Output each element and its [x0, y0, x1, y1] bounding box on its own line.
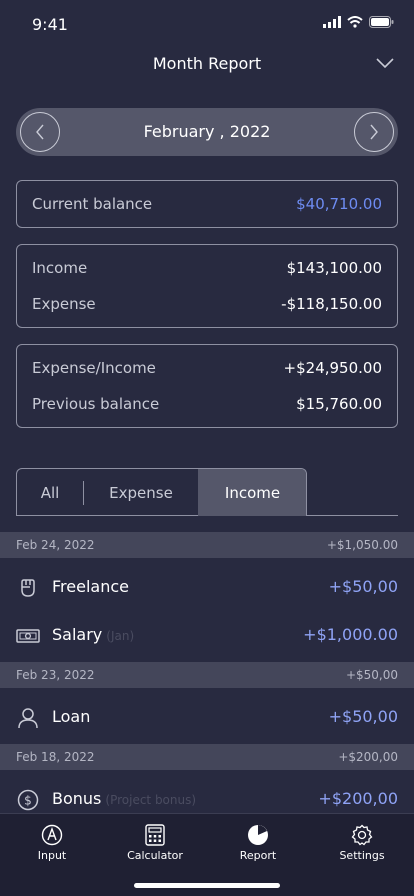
chevron-down-icon[interactable] — [376, 57, 394, 69]
group-date: Feb 18, 2022 — [16, 750, 95, 764]
month-label: February , 2022 — [143, 122, 271, 141]
status-time: 9:41 — [32, 15, 68, 34]
tab-settings-label: Settings — [339, 849, 385, 862]
fist-icon — [21, 579, 35, 597]
month-picker: February , 2022 — [16, 108, 398, 156]
transaction-row[interactable]: Loan +$50,00 — [0, 694, 414, 738]
tab-report-label: Report — [239, 849, 277, 862]
group-total: +$50,00 — [345, 668, 398, 682]
transaction-name: Bonus — [52, 789, 102, 808]
gear-icon — [351, 824, 373, 846]
dollar-coin-icon: $ — [17, 789, 39, 811]
transaction-amount: +$50,00 — [328, 577, 398, 596]
expense-label: Expense — [32, 295, 96, 313]
next-month-button[interactable] — [354, 112, 394, 152]
date-group-header: Feb 23, 2022 +$50,00 — [0, 662, 414, 688]
tab-calculator-label: Calculator — [127, 849, 183, 862]
tab-report[interactable]: Report — [213, 824, 303, 862]
transaction-name: Freelance — [52, 577, 129, 596]
transaction-amount: +$1,000.00 — [303, 625, 398, 644]
expense-income-label: Expense/Income — [32, 359, 156, 377]
totals-card: Income $143,100.00 Expense -$118,150.00 — [16, 244, 398, 328]
cash-icon — [16, 629, 40, 643]
pie-chart-icon — [248, 825, 268, 845]
transaction-name: Salary — [52, 625, 103, 644]
transaction-name: Loan — [52, 707, 91, 726]
group-date: Feb 24, 2022 — [16, 538, 95, 552]
tab-input-label: Input — [37, 849, 67, 862]
home-indicator — [134, 883, 280, 888]
date-group-header: Feb 18, 2022 +$200,00 — [0, 744, 414, 770]
svg-text:$: $ — [24, 794, 32, 808]
signal-icon — [323, 16, 341, 28]
tab-all[interactable]: All — [17, 469, 83, 516]
tab-input[interactable]: Input — [7, 824, 97, 862]
tab-calculator[interactable]: Calculator — [110, 824, 200, 862]
group-total: +$200,00 — [338, 750, 398, 764]
battery-icon — [369, 16, 394, 28]
tab-expense[interactable]: Expense — [84, 469, 198, 516]
filter-tabs: All Expense Income — [16, 468, 398, 516]
pencil-circle-icon — [41, 824, 63, 846]
expense-income-value: +$24,950.00 — [283, 359, 382, 377]
transaction-note: (Jan) — [106, 629, 135, 643]
previous-balance-label: Previous balance — [32, 395, 160, 413]
previous-balance-value: $15,760.00 — [296, 395, 382, 413]
income-value: $143,100.00 — [286, 259, 382, 277]
wifi-icon — [347, 16, 363, 28]
group-total: +$1,050.00 — [326, 538, 398, 552]
expense-value: -$118,150.00 — [281, 295, 382, 313]
transaction-amount: +$50,00 — [328, 707, 398, 726]
page-title: Month Report — [152, 54, 262, 73]
current-balance-value: $40,710.00 — [296, 195, 382, 213]
transaction-row[interactable]: Freelance +$50,00 — [0, 564, 414, 608]
person-icon — [18, 708, 38, 729]
chevron-right-icon — [370, 124, 378, 140]
balance-card: Current balance $40,710.00 — [16, 180, 398, 228]
status-bar: 9:41 — [0, 0, 414, 48]
income-label: Income — [32, 259, 88, 277]
transaction-row[interactable]: Salary (Jan) +$1,000.00 — [0, 612, 414, 656]
transaction-note: (Project bonus) — [105, 793, 197, 807]
current-balance-label: Current balance — [32, 195, 153, 213]
summary-card: Expense/Income +$24,950.00 Previous bala… — [16, 344, 398, 428]
calculator-icon — [145, 824, 165, 846]
transaction-amount: +$200,00 — [318, 789, 398, 808]
tab-income[interactable]: Income — [198, 469, 306, 516]
tab-settings[interactable]: Settings — [317, 824, 407, 862]
date-group-header: Feb 24, 2022 +$1,050.00 — [0, 532, 414, 558]
group-date: Feb 23, 2022 — [16, 668, 95, 682]
